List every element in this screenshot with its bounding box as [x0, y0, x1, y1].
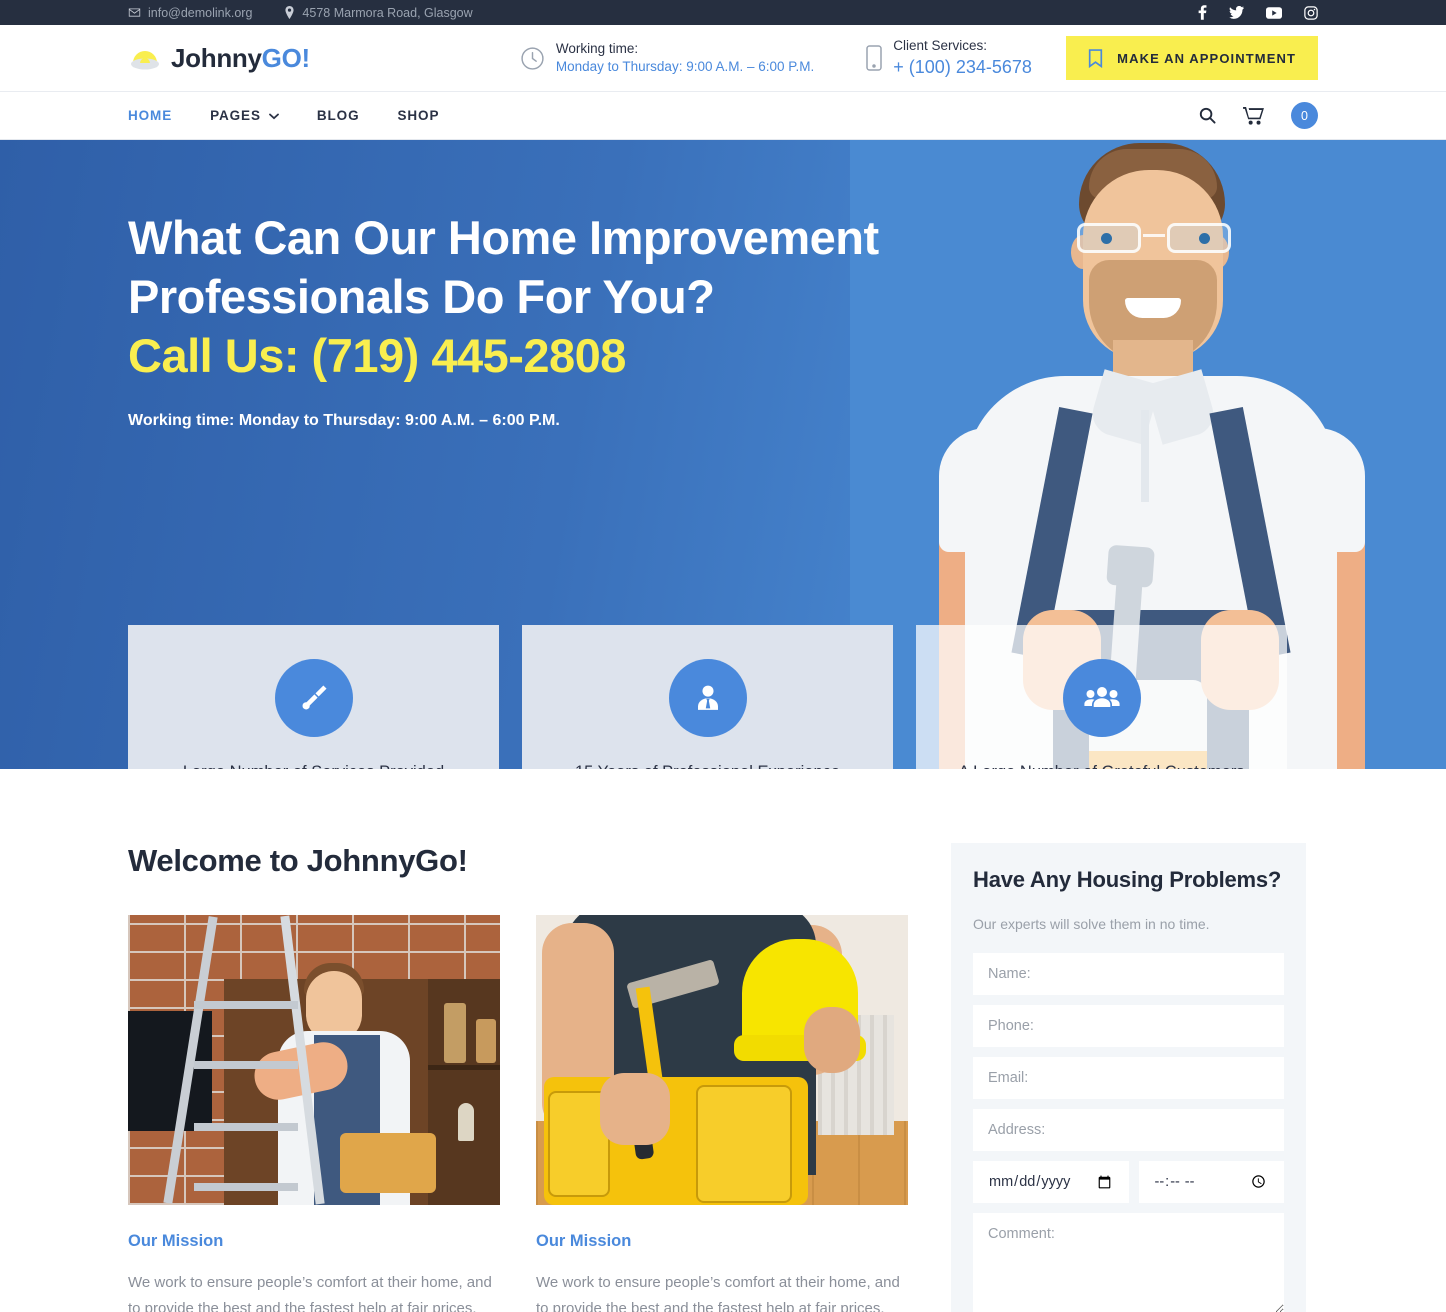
- nav-items: HOME PAGES BLOG SHOP: [128, 108, 439, 123]
- working-time-value: Monday to Thursday: 9:00 A.M. – 6:00 P.M…: [555, 59, 815, 74]
- working-time-lines: Working time: Monday to Thursday: 9:00 A…: [556, 40, 814, 76]
- map-pin-icon: [284, 6, 295, 19]
- site-header: JohnnyGO! Working time: Monday to Thursd…: [0, 25, 1446, 92]
- feature-card-customers[interactable]: A Large Number of Grateful Customers: [916, 625, 1287, 769]
- hero-headline-line1: What Can Our Home Improvement: [128, 211, 879, 264]
- nav-item-home-label: HOME: [128, 108, 173, 123]
- people-group-icon: [1062, 659, 1141, 738]
- hero-headline: What Can Our Home Improvement Profession…: [128, 208, 918, 386]
- time-field[interactable]: [1138, 1161, 1284, 1203]
- nav-item-shop[interactable]: SHOP: [397, 108, 439, 123]
- welcome-text-2: We work to ensure people’s comfort at th…: [536, 1274, 900, 1312]
- form-fields: [973, 953, 1284, 1312]
- form-subtitle: Our experts will solve them in no time.: [973, 916, 1210, 932]
- address-field[interactable]: [973, 1109, 1284, 1151]
- date-time-row: [973, 1161, 1284, 1203]
- cart-count-badge[interactable]: 0: [1291, 102, 1318, 129]
- working-time-title: Working time:: [555, 40, 639, 56]
- name-field[interactable]: [973, 953, 1284, 995]
- make-appointment-label: MAKE AN APPOINTMENT: [1117, 50, 1296, 66]
- client-services-phone[interactable]: + (100) 234-5678: [893, 55, 1032, 79]
- form-title: Have Any Housing Problems?: [973, 867, 1282, 892]
- main-navigation: HOME PAGES BLOG SHOP 0: [0, 92, 1446, 140]
- helmet-icon: [128, 41, 162, 76]
- instagram-icon[interactable]: [1304, 5, 1318, 20]
- feature-card-experience[interactable]: 15 Years of Professional Experience: [522, 625, 893, 769]
- welcome-text-1: We work to ensure people’s comfort at th…: [128, 1274, 492, 1312]
- bookmark-icon: [1088, 48, 1103, 68]
- topbar-email[interactable]: info@demolink.org: [128, 6, 252, 20]
- welcome-columns: Our Mission We work to ensure people’s c…: [128, 915, 916, 1312]
- comment-field[interactable]: [973, 1213, 1284, 1312]
- client-services-lines: Client Services: + (100) 234-5678: [893, 37, 1032, 80]
- clock-icon: [520, 46, 545, 71]
- welcome-left: Welcome to JohnnyGo! Our Mission We work…: [128, 843, 916, 1312]
- phone-field[interactable]: [973, 1005, 1284, 1047]
- client-services-block: Client Services: + (100) 234-5678: [866, 37, 1032, 80]
- welcome-subtitle-1[interactable]: Our Mission: [128, 1232, 500, 1251]
- welcome-column-2: Our Mission We work to ensure people’s c…: [536, 915, 908, 1312]
- welcome-image-toolbelt: [536, 915, 908, 1205]
- social-links: [1198, 5, 1318, 20]
- brand-name-second: GO!: [261, 42, 311, 73]
- cart-icon[interactable]: [1243, 106, 1264, 125]
- hero-feature-cards: Large Number of Services Provided 15 Yea…: [128, 625, 1287, 769]
- nav-utilities: 0: [1199, 102, 1318, 129]
- brand-name: JohnnyGO!: [171, 43, 310, 74]
- page-title: Welcome to JohnnyGo!: [128, 843, 468, 878]
- topbar-address-text: 4578 Marmora Road, Glasgow: [302, 5, 473, 20]
- welcome-section: Welcome to JohnnyGo! Our Mission We work…: [0, 769, 1446, 1312]
- email-field[interactable]: [973, 1057, 1284, 1099]
- nav-item-blog[interactable]: BLOG: [317, 108, 360, 123]
- client-services-title: Client Services:: [893, 37, 988, 53]
- welcome-subtitle-2[interactable]: Our Mission: [536, 1232, 908, 1251]
- hero-working-time: Working time: Monday to Thursday: 9:00 A…: [128, 411, 560, 429]
- feature-card-customers-label: A Large Number of Grateful Customers: [958, 759, 1244, 769]
- mobile-phone-icon: [866, 45, 883, 71]
- housing-problems-form: Have Any Housing Problems? Our experts w…: [951, 843, 1306, 1312]
- nav-item-pages-label: PAGES: [210, 108, 261, 123]
- facebook-icon[interactable]: [1198, 5, 1207, 20]
- screwdriver-icon: [274, 659, 353, 738]
- topbar-address[interactable]: 4578 Marmora Road, Glasgow: [284, 5, 473, 20]
- youtube-icon[interactable]: [1266, 6, 1282, 19]
- person-tie-icon: [668, 659, 747, 738]
- top-bar: info@demolink.org 4578 Marmora Road, Gla…: [0, 0, 1446, 25]
- hero-headline-line2: Professionals Do For You?: [128, 270, 715, 324]
- welcome-image-ladder: [128, 915, 500, 1205]
- feature-card-experience-label: 15 Years of Professional Experience: [575, 759, 840, 769]
- brand-name-first: Johnny: [171, 42, 262, 73]
- twitter-icon[interactable]: [1229, 6, 1244, 19]
- welcome-column-1: Our Mission We work to ensure people’s c…: [128, 915, 500, 1312]
- hero-content: What Can Our Home Improvement Profession…: [128, 140, 1318, 430]
- search-icon[interactable]: [1199, 107, 1216, 124]
- nav-item-shop-label: SHOP: [397, 108, 440, 123]
- nav-item-blog-label: BLOG: [316, 108, 360, 123]
- hero-call-line: Call Us: (719) 445-2808: [128, 329, 626, 383]
- date-field[interactable]: [973, 1161, 1129, 1203]
- chevron-down-icon: [268, 108, 279, 123]
- hero-section: What Can Our Home Improvement Profession…: [0, 140, 1446, 769]
- brand-logo[interactable]: JohnnyGO!: [128, 41, 310, 76]
- make-appointment-button[interactable]: MAKE AN APPOINTMENT: [1066, 36, 1318, 80]
- working-time-block: Working time: Monday to Thursday: 9:00 A…: [520, 40, 814, 76]
- nav-item-pages[interactable]: PAGES: [210, 108, 279, 123]
- topbar-email-text: info@demolink.org: [148, 5, 253, 20]
- feature-card-services[interactable]: Large Number of Services Provided: [128, 625, 499, 769]
- envelope-icon: [128, 6, 141, 19]
- feature-card-services-label: Large Number of Services Provided: [183, 759, 444, 769]
- nav-item-home[interactable]: HOME: [128, 108, 172, 123]
